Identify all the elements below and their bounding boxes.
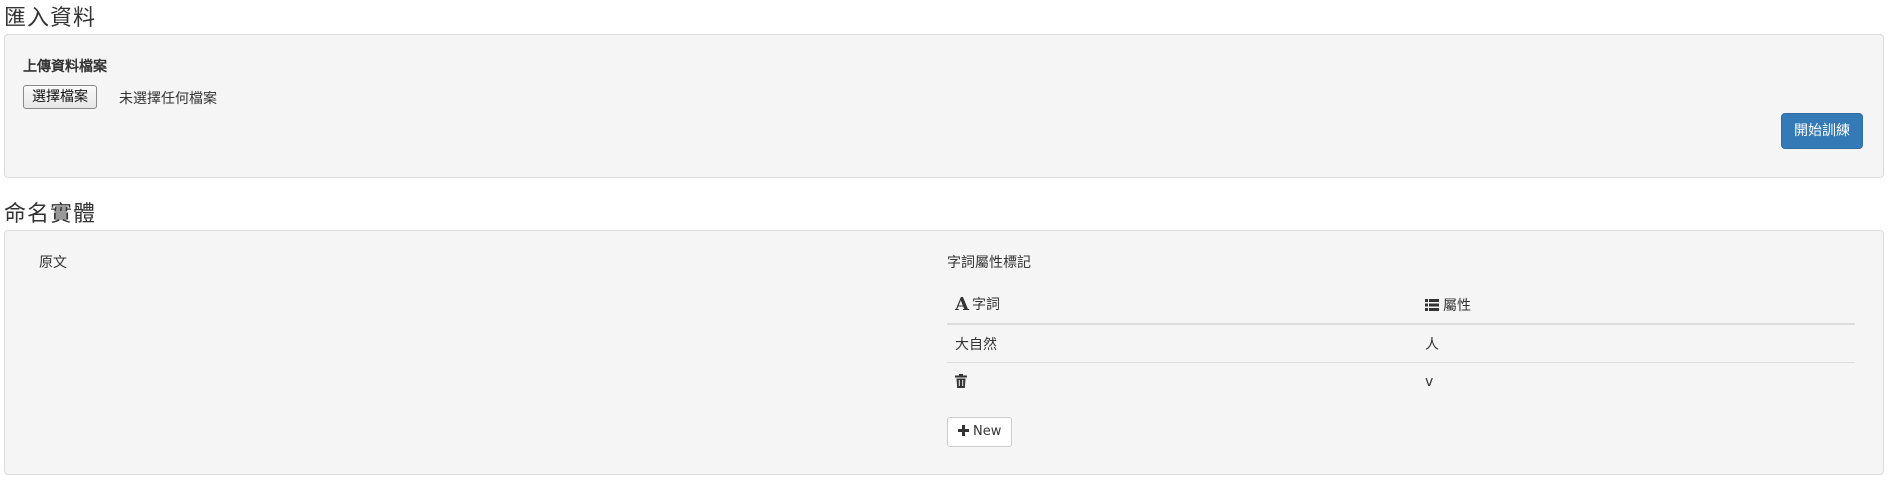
attr-cell[interactable]: v <box>1417 363 1855 401</box>
start-training-button[interactable]: 開始訓練 <box>1781 113 1863 149</box>
table-row: v <box>947 363 1855 401</box>
ner-panel: 原文 字詞屬性標記 A 字詞 屬性 大自然 人 v New <box>4 230 1884 475</box>
import-panel: 上傳資料檔案 選擇檔案 未選擇任何檔案 開始訓練 <box>4 34 1884 178</box>
word-column-header: A 字詞 <box>947 286 1417 325</box>
word-header-label: 字詞 <box>971 297 1000 313</box>
attr-column-header: 屬性 <box>1417 286 1855 325</box>
trash-icon[interactable] <box>955 373 967 388</box>
plus-icon <box>958 425 969 436</box>
upload-label: 上傳資料檔案 <box>23 59 107 75</box>
word-cell <box>947 363 1417 401</box>
table-row: 大自然 人 <box>947 324 1855 363</box>
choose-file-button[interactable]: 選擇檔案 <box>23 85 97 109</box>
new-button-label: New <box>973 424 1002 439</box>
tag-table: A 字詞 屬性 大自然 人 v <box>947 286 1855 400</box>
source-text-label: 原文 <box>39 255 67 271</box>
import-section-title: 匯入資料 <box>4 6 97 31</box>
attr-cell[interactable]: 人 <box>1417 324 1855 363</box>
font-icon: A <box>955 294 969 315</box>
word-cell[interactable]: 大自然 <box>947 324 1417 363</box>
attr-header-label: 屬性 <box>1443 297 1471 314</box>
list-icon <box>1425 298 1439 311</box>
tag-title: 字詞屬性標記 <box>947 255 1031 271</box>
table-header-row: A 字詞 屬性 <box>947 286 1855 325</box>
ner-section-title: 命名實體 <box>4 202 97 227</box>
file-status-text: 未選擇任何檔案 <box>119 91 217 107</box>
new-row-button[interactable]: New <box>947 417 1013 447</box>
